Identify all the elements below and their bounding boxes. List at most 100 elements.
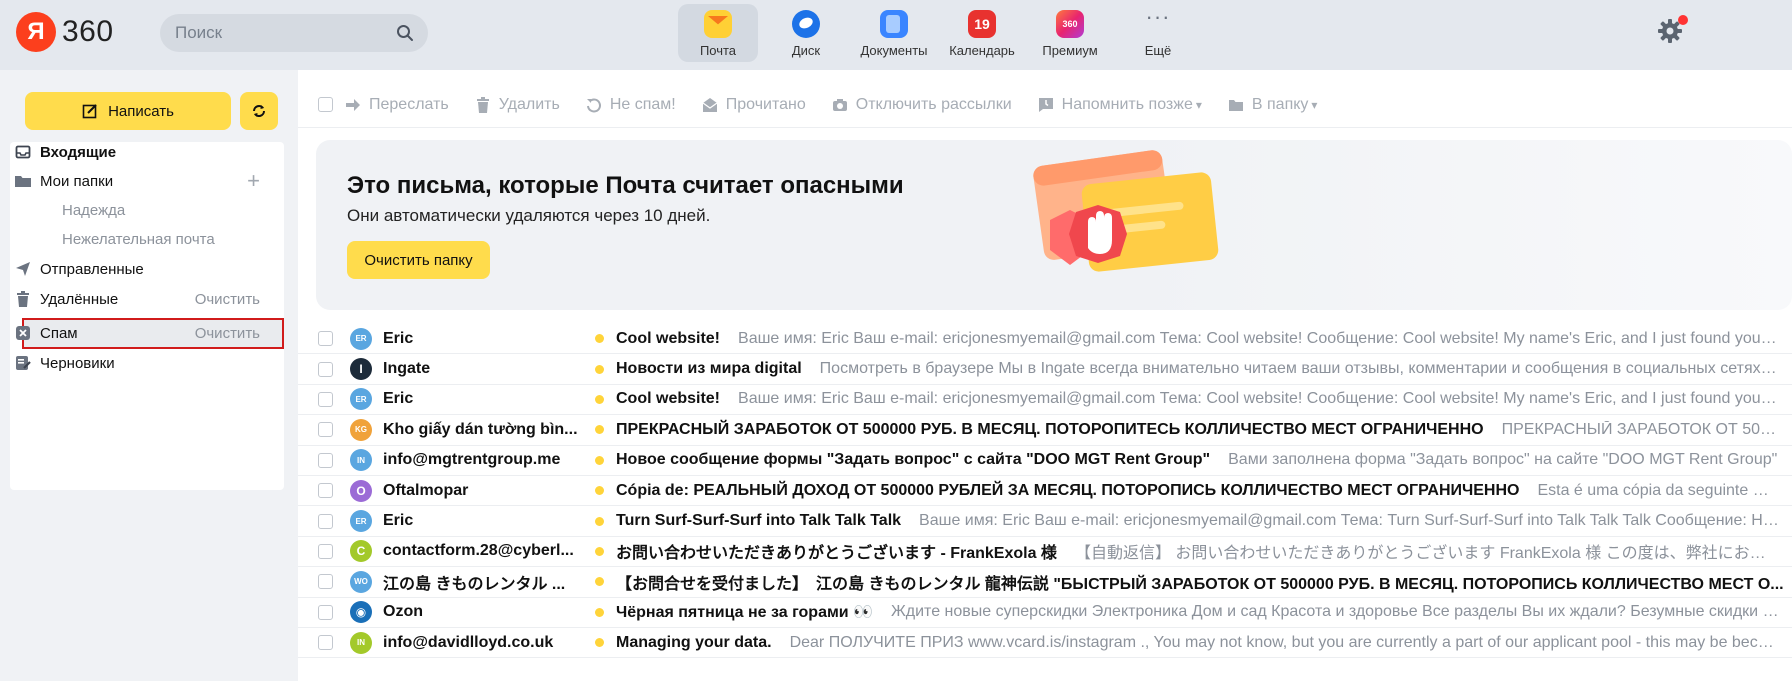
folders-icon [14, 172, 32, 190]
message-row[interactable]: O Oftalmopar Cópia de: РЕАЛЬНЫЙ ДОХОД ОТ 5… [298, 476, 1792, 507]
message-checkbox[interactable] [318, 574, 333, 590]
app-label: Ещё [1144, 43, 1172, 58]
unread-dot-icon[interactable] [595, 546, 604, 556]
message-row[interactable]: IN info@davidlloyd.co.uk Managing your dat… [298, 628, 1792, 659]
message-preview: Ваше имя: Eric Ваш e-mail: ericjonesmyem… [738, 329, 1780, 347]
message-checkbox[interactable] [318, 361, 333, 377]
forward-label: Переслать [369, 95, 449, 113]
sender-name: Ingate [383, 360, 431, 378]
sender-avatar: C [350, 540, 372, 563]
search-box[interactable] [160, 14, 428, 52]
app-more[interactable]: ··· Ещё [1118, 4, 1198, 62]
unread-dot-icon[interactable] [595, 638, 604, 648]
message-row[interactable]: KG Kho giấy dán tường bìn... ПРЕКРАСНЫЙ ЗА… [298, 415, 1792, 446]
delete-button[interactable]: Удалить [475, 96, 560, 114]
message-subject: Managing your data. [616, 633, 772, 651]
app-label: Календарь [949, 43, 1015, 58]
message-preview: Esta é uma cópia da seguinte men... [1537, 481, 1780, 499]
folder-junk[interactable]: Нежелательная почта [62, 224, 262, 254]
mark-read-label: Прочитано [725, 95, 806, 113]
spam-warning-illustration [1033, 150, 1219, 272]
move-to-folder-button[interactable]: В папку ▾ [1228, 96, 1317, 114]
app-mail[interactable]: Почта [678, 4, 758, 62]
add-folder-button[interactable]: + [247, 168, 260, 194]
not-spam-button[interactable]: Не спам! [586, 96, 676, 114]
undo-icon [586, 98, 601, 112]
message-row[interactable]: ER Eric Cool website! Ваше имя: Eric Ваш e-… [298, 385, 1792, 416]
message-checkbox[interactable] [318, 635, 333, 651]
app-calendar[interactable]: 19 Календарь [942, 4, 1022, 62]
compose-button[interactable]: Написать [25, 92, 231, 130]
message-list: ER Eric Cool website! Ваше имя: Eric Ваш e-… [298, 324, 1792, 659]
message-preview: ПРЕКРАСНЫЙ ЗАРАБОТОК ОТ 50000... [1501, 420, 1780, 438]
unsubscribe-button[interactable]: Отключить рассылки [832, 96, 1012, 114]
message-subject: Новое сообщение формы "Задать вопрос" с … [616, 451, 1211, 469]
apps-bar: Почта Диск Документы 19 Календарь 360 Пр… [678, 4, 1206, 62]
folder-sent[interactable]: Отправленные [14, 254, 270, 284]
unread-dot-icon[interactable] [595, 334, 604, 344]
search-icon[interactable] [396, 24, 414, 42]
app-disk[interactable]: Диск [766, 4, 846, 62]
unread-dot-icon[interactable] [595, 607, 604, 617]
chevron-down-icon: ▾ [1195, 97, 1202, 112]
remind-later-button[interactable]: Напомнить позже ▾ [1038, 96, 1202, 114]
message-row[interactable]: Ccontactform.28@cyberl... お問い合わせいただきありがとう… [298, 537, 1792, 568]
message-checkbox[interactable] [318, 331, 333, 347]
unread-dot-icon[interactable] [595, 455, 604, 465]
delete-label: Удалить [498, 95, 560, 113]
unread-dot-icon[interactable] [595, 516, 604, 526]
select-all-checkbox[interactable] [318, 97, 333, 112]
message-subject: Новости из мира digital [616, 360, 802, 378]
clear-deleted-button[interactable]: Очистить [195, 291, 260, 308]
message-checkbox[interactable] [318, 604, 333, 620]
folder-nadezhda[interactable]: Надежда [62, 195, 262, 225]
message-subject: Cópia de: РЕАЛЬНЫЙ ДОХОД ОТ 500000 РУБЛЕ… [616, 481, 1520, 499]
message-preview: Ваше имя: Eric Ваш e-mail: ericjonesmyem… [919, 512, 1780, 530]
yandex-360-logo[interactable]: Я 360 [16, 12, 114, 52]
message-checkbox[interactable] [318, 391, 333, 407]
refresh-icon [253, 105, 265, 117]
message-row[interactable]: WO 江の島 きものレンタル ... 【お問合せを受付ました】 江の島 きものレンタ… [298, 567, 1792, 598]
message-row[interactable]: ER Eric Cool website! Ваше имя: Eric Ваш e-… [298, 324, 1792, 355]
unread-dot-icon[interactable] [595, 486, 604, 496]
sender-avatar: WO [350, 570, 372, 593]
unread-dot-icon[interactable] [595, 394, 604, 404]
sender-name: Eric [383, 390, 414, 408]
folder-icon [1228, 99, 1243, 111]
app-label: Премиум [1042, 43, 1098, 58]
message-row[interactable]: I Ingate Новости из мира digital Посмотреть… [298, 354, 1792, 385]
message-preview: Ваше имя: Eric Ваш e-mail: ericjonesmyem… [738, 390, 1780, 408]
message-subject: Cool website! [616, 329, 721, 347]
refresh-button[interactable] [240, 92, 278, 130]
folder-drafts[interactable]: Черновики [14, 348, 270, 378]
message-checkbox[interactable] [318, 543, 333, 559]
message-preview: 【自動返信】 お問い合わせいただきありがとうございます FrankExola 様… [1074, 545, 1780, 563]
clear-spam-button[interactable]: Очистить [195, 325, 260, 342]
search-input[interactable] [175, 23, 385, 43]
message-checkbox[interactable] [318, 483, 333, 499]
mark-read-button[interactable]: Прочитано [702, 96, 806, 114]
top-bar: Я 360 Почта Диск Документы 19 Календарь … [0, 0, 1792, 70]
message-preview: Вами заполнена форма "Задать вопрос" на … [1228, 451, 1778, 469]
unread-dot-icon[interactable] [595, 577, 604, 587]
sender-avatar: IN [350, 631, 372, 654]
clear-folder-button[interactable]: Очистить папку [347, 241, 490, 279]
app-documents[interactable]: Документы [854, 4, 934, 62]
message-subject: Turn Surf-Surf-Surf into Talk Talk Talk [616, 512, 902, 530]
unread-dot-icon[interactable] [595, 364, 604, 374]
message-checkbox[interactable] [318, 452, 333, 468]
message-checkbox[interactable] [318, 513, 333, 529]
folder-spam[interactable]: Спам Очистить [14, 318, 270, 348]
message-row[interactable]: IN info@mgtrentgroup.me Новое сообщение фо… [298, 446, 1792, 476]
message-row[interactable]: ER Eric Turn Surf-Surf-Surf into Talk Talk… [298, 506, 1792, 537]
folder-label: Мои папки [40, 172, 114, 190]
message-checkbox[interactable] [318, 422, 333, 438]
app-premium[interactable]: 360 Премиум [1030, 4, 1110, 62]
folder-label: Черновики [40, 354, 115, 372]
sender-name: Oftalmopar [383, 481, 469, 499]
forward-button[interactable]: Переслать [345, 96, 449, 114]
message-row[interactable]: ◉ Ozon Чёрная пятница не за горами 👀 Ждите … [298, 598, 1792, 628]
folder-my-folders[interactable]: Мои папки + [14, 166, 270, 196]
folder-deleted[interactable]: Удалённые Очистить [14, 284, 270, 314]
unread-dot-icon[interactable] [595, 425, 604, 435]
